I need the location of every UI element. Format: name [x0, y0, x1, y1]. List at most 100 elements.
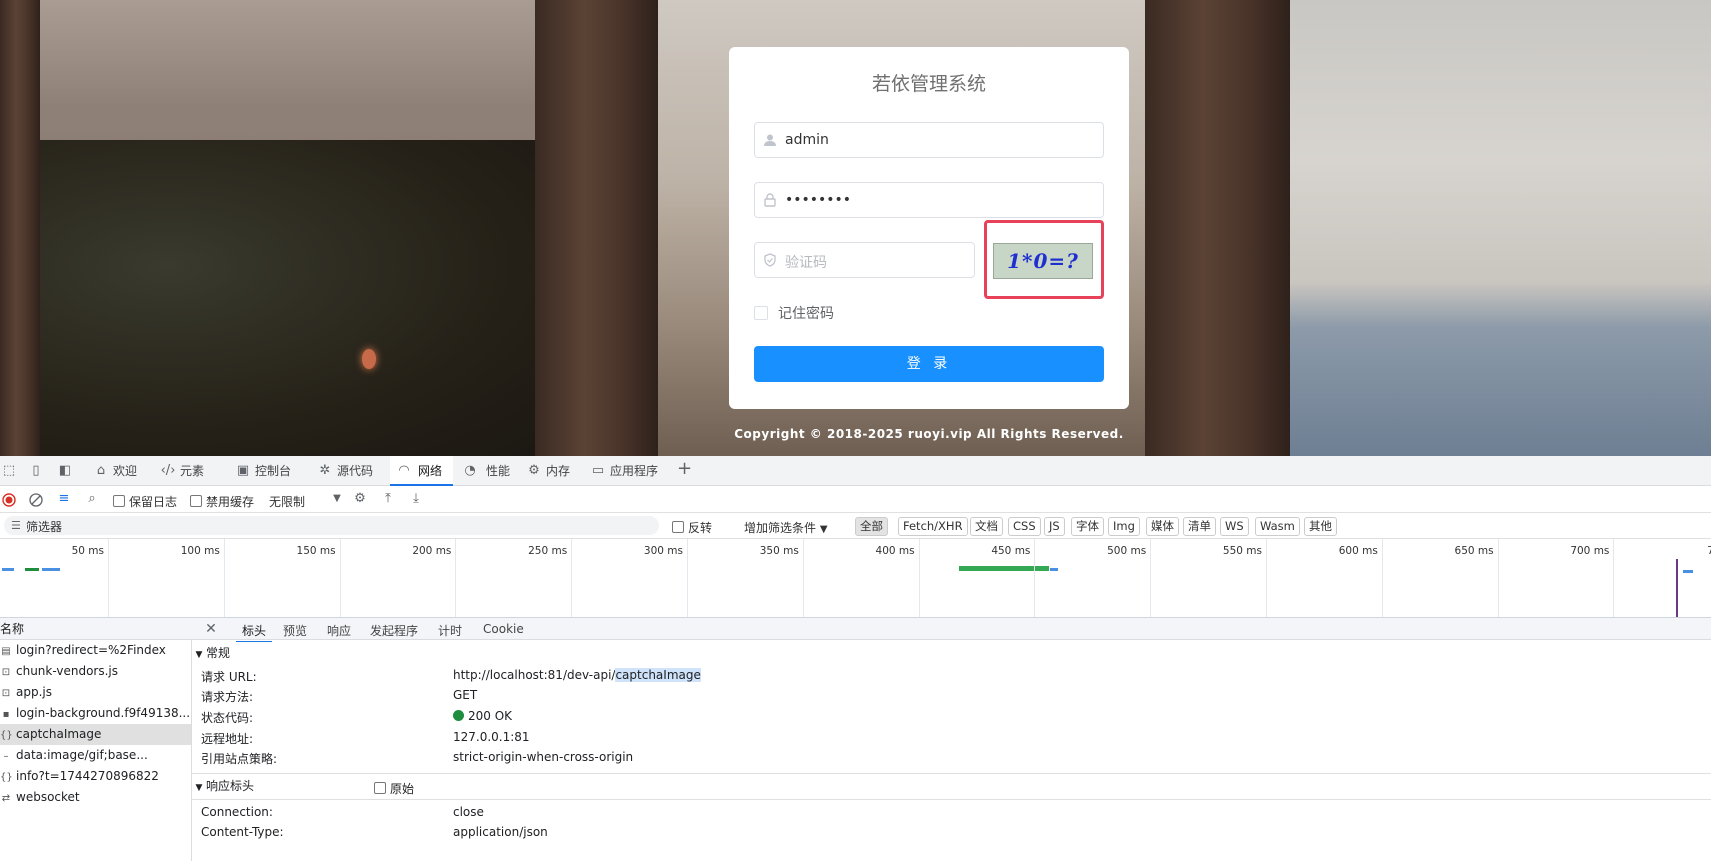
request-row[interactable]: {} info?t=1744270896822: [0, 766, 191, 787]
request-row[interactable]: ▪ login-background.f9f49138....: [0, 703, 191, 724]
background-lamp: [362, 349, 376, 369]
timeline-bar-captcha: [959, 566, 1049, 571]
code-icon: ‹/›: [160, 463, 176, 478]
import-icon[interactable]: ⤒: [381, 492, 395, 506]
clear-icon[interactable]: [29, 493, 43, 507]
filter-type-fetch[interactable]: Fetch/XHR: [898, 517, 968, 536]
timeline-gridline: [108, 539, 109, 617]
general-section-header[interactable]: ▼ 常规: [192, 642, 1711, 664]
request-row[interactable]: – data:image/gif;base...: [0, 745, 191, 766]
filter-type-all[interactable]: 全部: [855, 517, 888, 536]
inspect-icon[interactable]: ⬚: [2, 464, 16, 478]
request-type-icon: –: [3, 751, 9, 762]
filter-bar: ☰ 筛选器 反转 增加筛选条件 ▼ 全部 Fetch/XHR 文档 CSS JS…: [0, 513, 1711, 539]
add-filter-dropdown[interactable]: 增加筛选条件 ▼: [744, 519, 828, 536]
preserve-log[interactable]: 保留日志: [113, 493, 177, 510]
timeline-bar: [2, 568, 14, 571]
invert-filter[interactable]: 反转: [672, 519, 712, 536]
captcha-image[interactable]: 1*0=?: [993, 243, 1093, 279]
raw-toggle[interactable]: 原始: [374, 780, 414, 797]
disable-cache[interactable]: 禁用缓存: [190, 493, 254, 510]
filter-input[interactable]: ☰ 筛选器: [4, 516, 659, 535]
close-icon[interactable]: ✕: [204, 622, 218, 636]
request-url-label: 请求 URL:: [201, 670, 257, 684]
invert-checkbox[interactable]: [672, 521, 684, 533]
filter-type-font[interactable]: 字体: [1071, 517, 1104, 536]
export-icon[interactable]: ⤓: [409, 492, 423, 506]
filter-toggle-icon[interactable]: ≡: [57, 492, 71, 506]
add-tab-icon[interactable]: +: [677, 460, 692, 478]
login-card: 若依管理系统 admin •••••••• 验证码 1*0=? 记住密码 登 录: [729, 47, 1129, 409]
remember-password[interactable]: 记住密码: [754, 303, 834, 323]
tab-preview[interactable]: 预览: [283, 622, 307, 639]
triangle-down-icon: ▼: [195, 650, 203, 660]
raw-checkbox[interactable]: [374, 782, 386, 794]
timeline-gridline: [1150, 539, 1152, 617]
request-row[interactable]: ⊡ app.js: [0, 682, 191, 703]
request-row[interactable]: ⇄ websocket: [0, 787, 191, 808]
request-name: info?t=1744270896822: [16, 769, 159, 783]
tab-network[interactable]: ◠ 网络: [390, 456, 453, 486]
request-row[interactable]: ▤ login?redirect=%2Findex: [0, 640, 191, 661]
tab-elements[interactable]: ‹/› 元素: [160, 456, 236, 486]
timeline-tick-label: 650 ms: [1454, 545, 1494, 557]
tab-welcome[interactable]: ⌂ 欢迎: [93, 456, 167, 486]
tab-headers[interactable]: 标头: [236, 622, 273, 643]
timeline-tick-label: 450 ms: [991, 545, 1031, 557]
copyright-text: Copyright © 2018-2025 ruoyi.vip All Righ…: [734, 427, 1124, 441]
tab-console[interactable]: ▣ 控制台: [235, 456, 317, 486]
response-headers-section-header[interactable]: ▼ 响应标头: [192, 775, 1711, 797]
timeline-tick-label: 300 ms: [643, 545, 683, 557]
filter-type-ws[interactable]: WS: [1220, 517, 1249, 536]
device-toggle-icon[interactable]: ▯: [29, 464, 43, 478]
request-row[interactable]: {} captchaImage: [0, 724, 191, 745]
disable-cache-checkbox[interactable]: [190, 495, 202, 507]
search-icon[interactable]: ⌕: [85, 492, 99, 506]
name-column-header[interactable]: 名称: [0, 618, 192, 640]
network-conditions-icon[interactable]: ⚙: [353, 492, 367, 506]
throttle-select[interactable]: 无限制: [269, 493, 305, 510]
request-type-icon: ▤: [1, 646, 11, 657]
timeline-tick-label: 500 ms: [1107, 545, 1147, 557]
tab-cookie[interactable]: Cookie: [483, 622, 524, 636]
tab-sources[interactable]: ✲ 源代码: [317, 456, 399, 486]
filter-type-css[interactable]: CSS: [1008, 517, 1041, 536]
request-type-icon: {}: [0, 730, 13, 741]
captcha-highlight-box: 1*0=?: [984, 220, 1104, 299]
filter-type-img[interactable]: Img: [1108, 517, 1140, 536]
timeline-gridline: [339, 539, 341, 617]
tab-initiator[interactable]: 发起程序: [370, 622, 418, 639]
chevron-down-icon[interactable]: ▼: [330, 492, 344, 506]
status-code-value: 200 OK: [453, 709, 512, 723]
record-icon[interactable]: [2, 493, 16, 507]
devtools-panel: ⬚ ▯ ◧ ⌂ 欢迎 ‹/› 元素 ▣ 控制台 ✲ 源代码 ◠ 网络 ◔ 性能 ⚙ 内存 ▭ 应…: [0, 456, 1711, 861]
dock-side-icon[interactable]: ◧: [58, 464, 72, 478]
timeline-gridline: [571, 539, 573, 617]
wifi-icon: ◠: [398, 463, 410, 478]
captcha-input[interactable]: 验证码: [754, 242, 975, 278]
filter-type-media[interactable]: 媒体: [1146, 517, 1179, 536]
request-row[interactable]: ⊡ chunk-vendors.js: [0, 661, 191, 682]
filter-type-manifest[interactable]: 清单: [1183, 517, 1216, 536]
username-field[interactable]: admin: [754, 122, 1104, 158]
lock-icon: [764, 193, 776, 207]
tab-response[interactable]: 响应: [327, 622, 351, 639]
preserve-log-checkbox[interactable]: [113, 495, 125, 507]
url-highlight: captchaImage: [615, 668, 701, 682]
tab-memory[interactable]: ⚙ 内存: [526, 456, 594, 486]
filter-type-wasm[interactable]: Wasm: [1255, 517, 1300, 536]
filter-type-doc[interactable]: 文档: [970, 517, 1003, 536]
remote-address-label: 远程地址:: [201, 732, 254, 746]
tab-timing[interactable]: 计时: [438, 622, 462, 639]
section-divider: [192, 773, 1711, 774]
request-list: 名称 ▤ login?redirect=%2Findex ⊡ chunk-vendor…: [0, 618, 192, 861]
request-name: login?redirect=%2Findex: [16, 643, 166, 657]
filter-type-js[interactable]: JS: [1044, 517, 1065, 536]
tab-performance[interactable]: ◔ 性能: [462, 456, 534, 486]
network-timeline[interactable]: 50 ms 100 ms 150 ms 200 ms 250 ms 300 ms 350 m…: [0, 539, 1711, 618]
login-button[interactable]: 登 录: [754, 346, 1104, 382]
filter-type-other[interactable]: 其他: [1304, 517, 1337, 536]
password-field[interactable]: ••••••••: [754, 182, 1104, 218]
tab-application[interactable]: ▭ 应用程序: [590, 456, 682, 486]
remember-checkbox[interactable]: [754, 306, 768, 320]
